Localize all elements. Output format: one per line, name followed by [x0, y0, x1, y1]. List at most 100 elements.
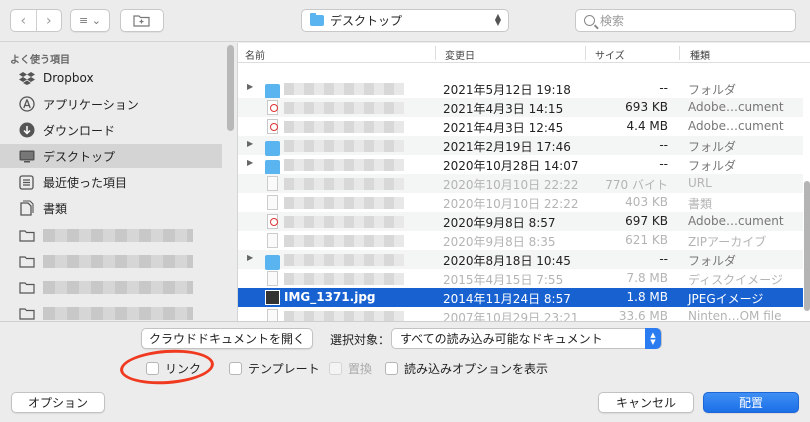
file-row[interactable]: 2020年10月10日 22:22 770 バイト URL	[238, 174, 803, 193]
file-date: 2014年11月24日 8:57	[443, 292, 571, 306]
file-kind: ZIPアーカイブ	[688, 235, 767, 249]
redacted-file-name	[284, 121, 404, 133]
disclosure-triangle-icon[interactable]: ▶	[247, 82, 253, 91]
redacted-file-name	[284, 159, 404, 171]
file-kind: URL	[688, 176, 712, 190]
file-row[interactable]: 2015年4月15日 7:55 7.8 MB ディスクイメージ	[238, 269, 803, 288]
file-kind: フォルダ	[688, 140, 737, 154]
new-folder-button[interactable]	[120, 9, 164, 32]
document-icon	[267, 176, 278, 191]
sidebar-item-dropbox[interactable]: Dropbox	[0, 66, 222, 90]
file-row[interactable]: 2021年4月3日 14:15 693 KB Adobe…cument	[238, 98, 803, 117]
documents-icon	[18, 200, 35, 217]
file-kind: Adobe…cument	[688, 119, 784, 133]
file-date: 2020年9月8日 8:35	[443, 235, 556, 249]
folder-icon	[265, 160, 280, 175]
column-date[interactable]: 変更日	[445, 47, 475, 62]
checkbox-box[interactable]	[229, 362, 242, 375]
file-date: 2021年5月12日 19:18	[443, 83, 571, 97]
checkbox-box[interactable]	[385, 362, 398, 375]
sidebar-item-label: ダウンロード	[43, 123, 116, 138]
sidebar-item-applications[interactable]: アプリケーション	[0, 92, 222, 116]
file-row[interactable]: IMG_1371.jpg 2014年11月24日 8:57 1.8 MB JPEGイメ…	[238, 288, 803, 307]
sidebar-item-blurred[interactable]	[0, 249, 222, 273]
redacted-file-name	[284, 311, 404, 321]
options-button[interactable]: オプション	[11, 392, 105, 413]
document-icon	[267, 271, 278, 286]
template-checkbox[interactable]: テンプレート	[229, 360, 320, 377]
show-import-options-checkbox[interactable]: 読み込みオプションを表示	[385, 360, 548, 377]
checkbox-box	[329, 362, 342, 375]
file-row[interactable]: 2020年9月8日 8:57 697 KB Adobe…cument	[238, 212, 803, 231]
sidebar-item-downloads[interactable]: ダウンロード	[0, 118, 222, 142]
column-kind[interactable]: 種類	[690, 47, 710, 62]
file-name: IMG_1371.jpg	[284, 290, 376, 304]
file-kind: 書類	[688, 197, 713, 211]
column-header: 名前 変更日 サイズ 種類	[238, 43, 810, 63]
file-date: 2021年4月3日 14:15	[443, 102, 564, 116]
file-size: --	[659, 157, 668, 171]
file-size: 770 バイト	[605, 178, 668, 192]
column-divider[interactable]	[679, 46, 680, 60]
pdf-icon	[267, 100, 278, 115]
folder-icon	[265, 141, 280, 156]
redacted-label	[43, 306, 193, 320]
location-label: デスクトップ	[330, 14, 403, 28]
sidebar-item-blurred[interactable]	[0, 275, 222, 299]
file-size: 697 KB	[625, 214, 668, 228]
sidebar-item-blurred[interactable]	[0, 223, 222, 247]
new-folder-icon	[133, 15, 150, 27]
file-row[interactable]: 2020年9月8日 8:35 621 KB ZIPアーカイブ	[238, 231, 803, 250]
forward-button[interactable]: ›	[35, 10, 62, 31]
file-row[interactable]: 2007年10月29日 23:21 33.6 MB Ninten…OM file	[238, 307, 803, 321]
column-size[interactable]: サイズ	[595, 47, 625, 62]
file-date: 2021年4月3日 12:45	[443, 121, 564, 135]
file-date: 2007年10月29日 23:21	[443, 311, 579, 321]
file-row[interactable]: ▶ 2021年5月12日 19:18 -- フォルダ	[238, 79, 803, 99]
file-row[interactable]: 2021年4月3日 12:45 4.4 MB Adobe…cument	[238, 117, 803, 136]
search-field[interactable]: 検索	[575, 9, 796, 32]
pdf-icon	[267, 119, 278, 134]
disclosure-triangle-icon[interactable]: ▶	[247, 139, 253, 148]
column-name[interactable]: 名前	[245, 47, 265, 62]
view-mode-button[interactable]: ≡ ⌄	[70, 9, 110, 32]
file-date: 2021年2月19日 17:46	[443, 140, 571, 154]
disclosure-triangle-icon[interactable]: ▶	[247, 253, 253, 262]
column-divider[interactable]	[435, 46, 436, 60]
place-button[interactable]: 配置	[703, 392, 799, 413]
back-button[interactable]: ‹	[11, 10, 36, 31]
cancel-button[interactable]: キャンセル	[598, 392, 694, 413]
redacted-file-name	[284, 254, 404, 266]
search-icon	[584, 15, 595, 26]
checkbox-label: テンプレート	[248, 362, 320, 376]
redacted-label	[43, 280, 193, 294]
file-kind: フォルダ	[688, 83, 737, 97]
file-row[interactable]: ▶ 2021年2月19日 17:46 -- フォルダ	[238, 136, 803, 156]
file-list-scrollbar[interactable]	[804, 181, 810, 311]
file-size: 693 KB	[625, 100, 668, 114]
redacted-file-name	[284, 216, 404, 228]
folder-icon	[265, 84, 280, 99]
redacted-label	[43, 228, 193, 242]
file-row[interactable]: 2020年10月10日 22:22 403 KB 書類	[238, 193, 803, 212]
sidebar-scrollbar[interactable]	[227, 45, 234, 131]
disclosure-triangle-icon[interactable]: ▶	[247, 158, 253, 167]
file-row[interactable]: ▶ 2020年10月28日 14:07 -- フォルダ	[238, 155, 803, 175]
sidebar-item-documents[interactable]: 書類	[0, 196, 222, 220]
file-date: 2020年10月10日 22:22	[443, 197, 579, 211]
sidebar-item-desktop[interactable]: デスクトップ	[0, 144, 222, 168]
file-size: --	[659, 81, 668, 95]
applications-icon	[18, 96, 35, 113]
updown-chevron-icon: ▲ ▼	[494, 12, 501, 27]
sidebar-item-blurred[interactable]	[0, 301, 222, 321]
image-file-icon	[265, 290, 280, 305]
column-divider[interactable]	[585, 46, 586, 60]
location-popup[interactable]: デスクトップ ▲ ▼	[301, 9, 509, 32]
open-cloud-documents-button[interactable]: クラウドドキュメントを開く	[141, 328, 313, 349]
format-filter-popup[interactable]: すべての読み込み可能なドキュメント ▲ ▼	[391, 328, 662, 349]
sidebar-item-label: Dropbox	[43, 71, 94, 85]
file-row[interactable]: ▶ 2020年8月18日 10:45 -- フォルダ	[238, 250, 803, 270]
sidebar-item-recents[interactable]: 最近使った項目	[0, 170, 222, 194]
file-date: 2020年8月18日 10:45	[443, 254, 571, 268]
redacted-file-name	[284, 178, 404, 190]
